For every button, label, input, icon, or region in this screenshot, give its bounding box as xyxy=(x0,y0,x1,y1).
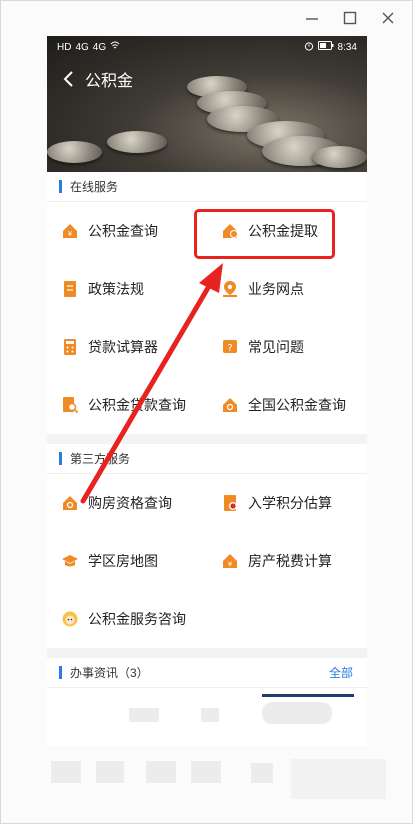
back-arrow-icon[interactable] xyxy=(59,69,79,89)
hd-indicator: HD xyxy=(57,41,72,53)
signal-icon: 4G xyxy=(75,41,89,53)
annotation-arrow xyxy=(80,263,223,504)
app-window: HD 4G 4G 8:34 公积金 在线服务 ¥ 公积金查询 公积金提取 政策法… xyxy=(0,0,413,824)
page-title: 公积金 xyxy=(85,73,134,90)
signal-icon: 4G xyxy=(92,41,107,53)
wifi-icon xyxy=(110,41,120,53)
status-time: 8:34 xyxy=(337,41,357,53)
battery-icon xyxy=(317,41,334,53)
app-bar: 公积金 xyxy=(47,62,367,96)
alarm-icon xyxy=(304,41,314,54)
status-bar: HD 4G 4G 8:34 xyxy=(47,36,367,58)
